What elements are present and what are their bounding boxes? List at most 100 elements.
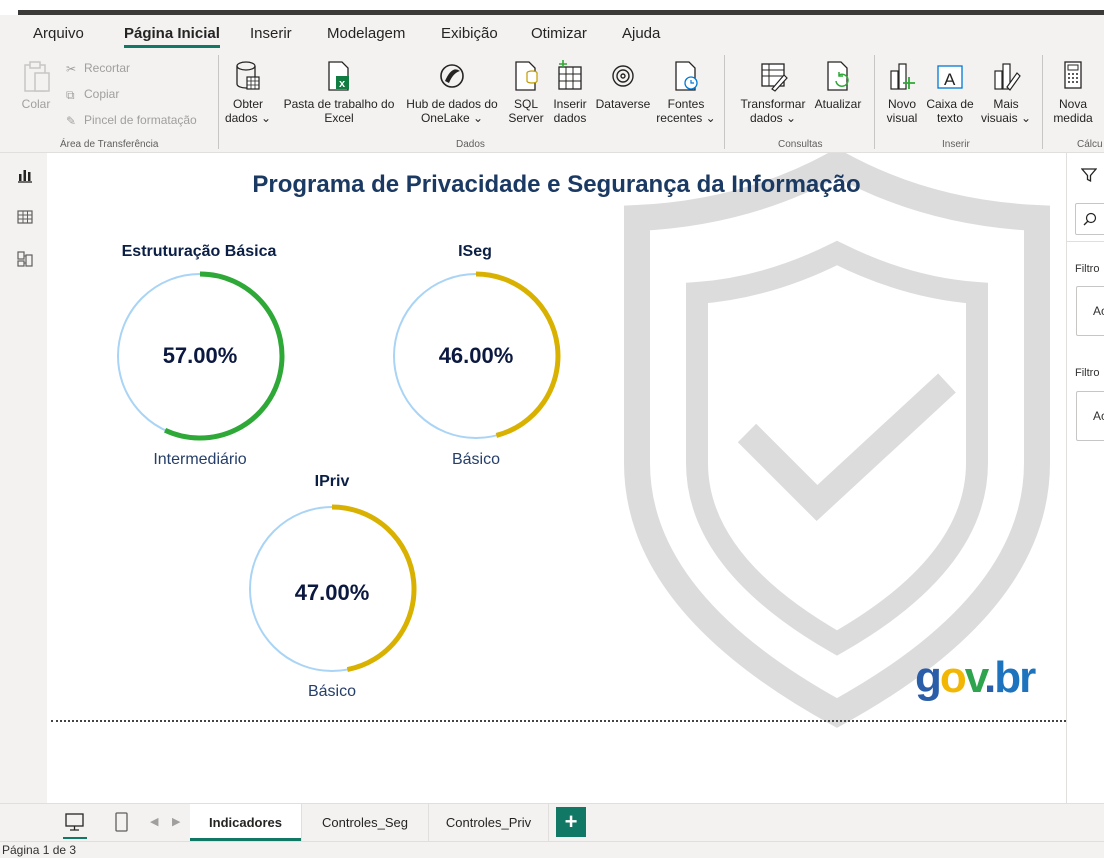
copy-button[interactable]: ⧉ Copiar <box>66 87 119 102</box>
more-visuals-icon <box>994 63 1021 91</box>
page-tab-controles-priv[interactable]: Controles_Priv <box>429 804 549 841</box>
enter-data-label-2: dados <box>553 111 587 125</box>
tab-ajuda[interactable]: Ajuda <box>622 25 660 42</box>
recent-label-2: recentes ⌄ <box>656 111 716 125</box>
filter-card-label: Ac <box>1093 304 1104 318</box>
shield-watermark <box>624 153 1050 728</box>
new-visual-icon <box>890 63 915 90</box>
tab-otimizar[interactable]: Otimizar <box>531 25 587 42</box>
format-painter-label: Pincel de formatação <box>84 113 197 127</box>
page-tabs-bar: ◀ ▶ Indicadores Controles_Seg Controles_… <box>0 803 1104 841</box>
filter-icon[interactable] <box>1081 167 1097 183</box>
text-box-label-2: texto <box>936 111 963 125</box>
database-icon <box>236 61 260 90</box>
onelake-hub-button[interactable]: Hub de dados do OneLake ⌄ <box>402 59 502 125</box>
format-painter-button[interactable]: ✎ Pincel de formatação <box>66 113 197 128</box>
get-data-button[interactable]: Obter dados ⌄ <box>224 59 272 125</box>
group-label-clipboard: Área de Transferência <box>60 139 159 150</box>
excel-label-1: Pasta de trabalho do <box>283 97 395 111</box>
sql-server-icon <box>515 61 538 91</box>
report-canvas[interactable]: Programa de Privacidade e Segurança da I… <box>47 153 1066 803</box>
refresh-label: Atualizar <box>814 97 862 111</box>
transform-label-2: dados ⌄ <box>749 111 797 125</box>
ribbon-separator <box>218 55 219 149</box>
report-view-icon[interactable] <box>16 166 34 184</box>
tab-exibicao[interactable]: Exibição <box>441 25 498 42</box>
ribbon-separator <box>724 55 725 149</box>
new-visual-button[interactable]: Novo visual <box>882 59 922 125</box>
filter-card-label: Ac <box>1093 409 1104 423</box>
table-plus-icon <box>558 60 582 90</box>
get-data-label-1: Obter <box>232 97 263 111</box>
new-visual-label-1: Novo <box>887 97 916 111</box>
brush-icon: ✎ <box>66 113 77 128</box>
svg-text:A: A <box>944 70 956 89</box>
new-measure-button[interactable]: Nova medida <box>1048 59 1098 125</box>
enter-data-button[interactable]: Inserir dados <box>550 59 590 125</box>
cut-label: Recortar <box>84 61 131 75</box>
paste-button[interactable]: Colar <box>18 59 54 111</box>
filter-section-label: Filtro <box>1075 263 1100 275</box>
gauge-title-ipriv: IPriv <box>314 473 350 490</box>
group-label-queries: Consultas <box>778 139 823 150</box>
recent-sources-button[interactable]: Fontes recentes ⌄ <box>654 59 718 125</box>
page-boundary-line <box>51 720 1066 722</box>
prev-page-arrow-icon[interactable]: ◀ <box>150 815 158 828</box>
gauge-level-iseg: Básico <box>451 451 501 468</box>
desktop-layout-button[interactable] <box>62 810 88 840</box>
report-title: Programa de Privacidade e Segurança da I… <box>252 171 861 198</box>
refresh-icon <box>827 61 849 91</box>
text-box-button[interactable]: A Caixa de texto <box>924 59 976 125</box>
more-visuals-label-1: Mais <box>993 97 1019 111</box>
sql-server-button[interactable]: SQL Server <box>508 59 544 125</box>
govbr-logo: gov.br <box>915 653 1036 702</box>
next-page-arrow-icon[interactable]: ▶ <box>172 815 180 828</box>
gauge-title-iseg: ISeg <box>458 243 492 260</box>
ribbon-separator <box>874 55 875 149</box>
page-tab-controles-seg[interactable]: Controles_Seg <box>302 804 429 841</box>
tab-inserir[interactable]: Inserir <box>250 25 292 42</box>
tab-pagina-inicial[interactable]: Página Inicial <box>124 25 220 48</box>
mobile-layout-button[interactable] <box>112 810 132 836</box>
desktop-icon <box>63 813 87 839</box>
filter-search-input[interactable] <box>1075 203 1104 235</box>
filter-card[interactable]: Ac <box>1076 391 1104 441</box>
onelake-icon <box>440 64 464 88</box>
ribbon-separator <box>1042 55 1043 149</box>
gauge-level-ipriv: Básico <box>307 683 357 700</box>
new-measure-label-2: medida <box>1053 111 1093 125</box>
transform-data-icon <box>761 63 788 92</box>
add-page-button[interactable]: + <box>556 807 586 837</box>
refresh-button[interactable]: Atualizar <box>810 59 866 111</box>
page-tab-indicadores[interactable]: Indicadores <box>190 804 302 841</box>
group-label-insert: Inserir <box>942 139 970 150</box>
gauge-value-iseg: 46.00% <box>438 343 514 368</box>
view-rail <box>0 153 47 803</box>
text-box-icon: A <box>937 65 963 89</box>
tab-modelagem[interactable]: Modelagem <box>327 25 405 42</box>
tab-arquivo[interactable]: Arquivo <box>33 25 84 42</box>
transform-label-1: Transformar <box>740 97 806 111</box>
excel-workbook-button[interactable]: x Pasta de trabalho do Excel <box>280 59 398 125</box>
more-visuals-label-2: visuais ⌄ <box>980 111 1032 125</box>
clipboard-icon <box>24 61 50 92</box>
table-view-icon[interactable] <box>16 208 34 226</box>
gauge-value-ipriv: 47.00% <box>294 580 370 605</box>
onelake-label-1: Hub de dados do <box>406 97 498 111</box>
ribbon: Colar ✂ Recortar ⧉ Copiar ✎ Pincel de forma… <box>0 49 1104 153</box>
text-box-label-1: Caixa de <box>926 97 974 111</box>
cut-button[interactable]: ✂ Recortar <box>66 61 130 76</box>
more-visuals-button[interactable]: Mais visuais ⌄ <box>978 59 1034 125</box>
dataverse-button[interactable]: Dataverse <box>594 59 652 111</box>
filter-card[interactable]: Ac <box>1076 286 1104 336</box>
sql-label-2: Server <box>508 111 544 125</box>
gauge-value-estruturacao: 57.00% <box>162 343 238 368</box>
transform-data-button[interactable]: Transformar dados ⌄ <box>736 59 810 125</box>
model-view-icon[interactable] <box>16 250 34 268</box>
copy-icon: ⧉ <box>66 87 75 102</box>
gauge-level-estruturacao: Intermediário <box>153 451 247 468</box>
new-measure-label-1: Nova <box>1058 97 1087 111</box>
excel-label-2: Excel <box>324 111 354 125</box>
excel-icon: x <box>328 61 349 91</box>
svg-text:x: x <box>339 78 346 90</box>
